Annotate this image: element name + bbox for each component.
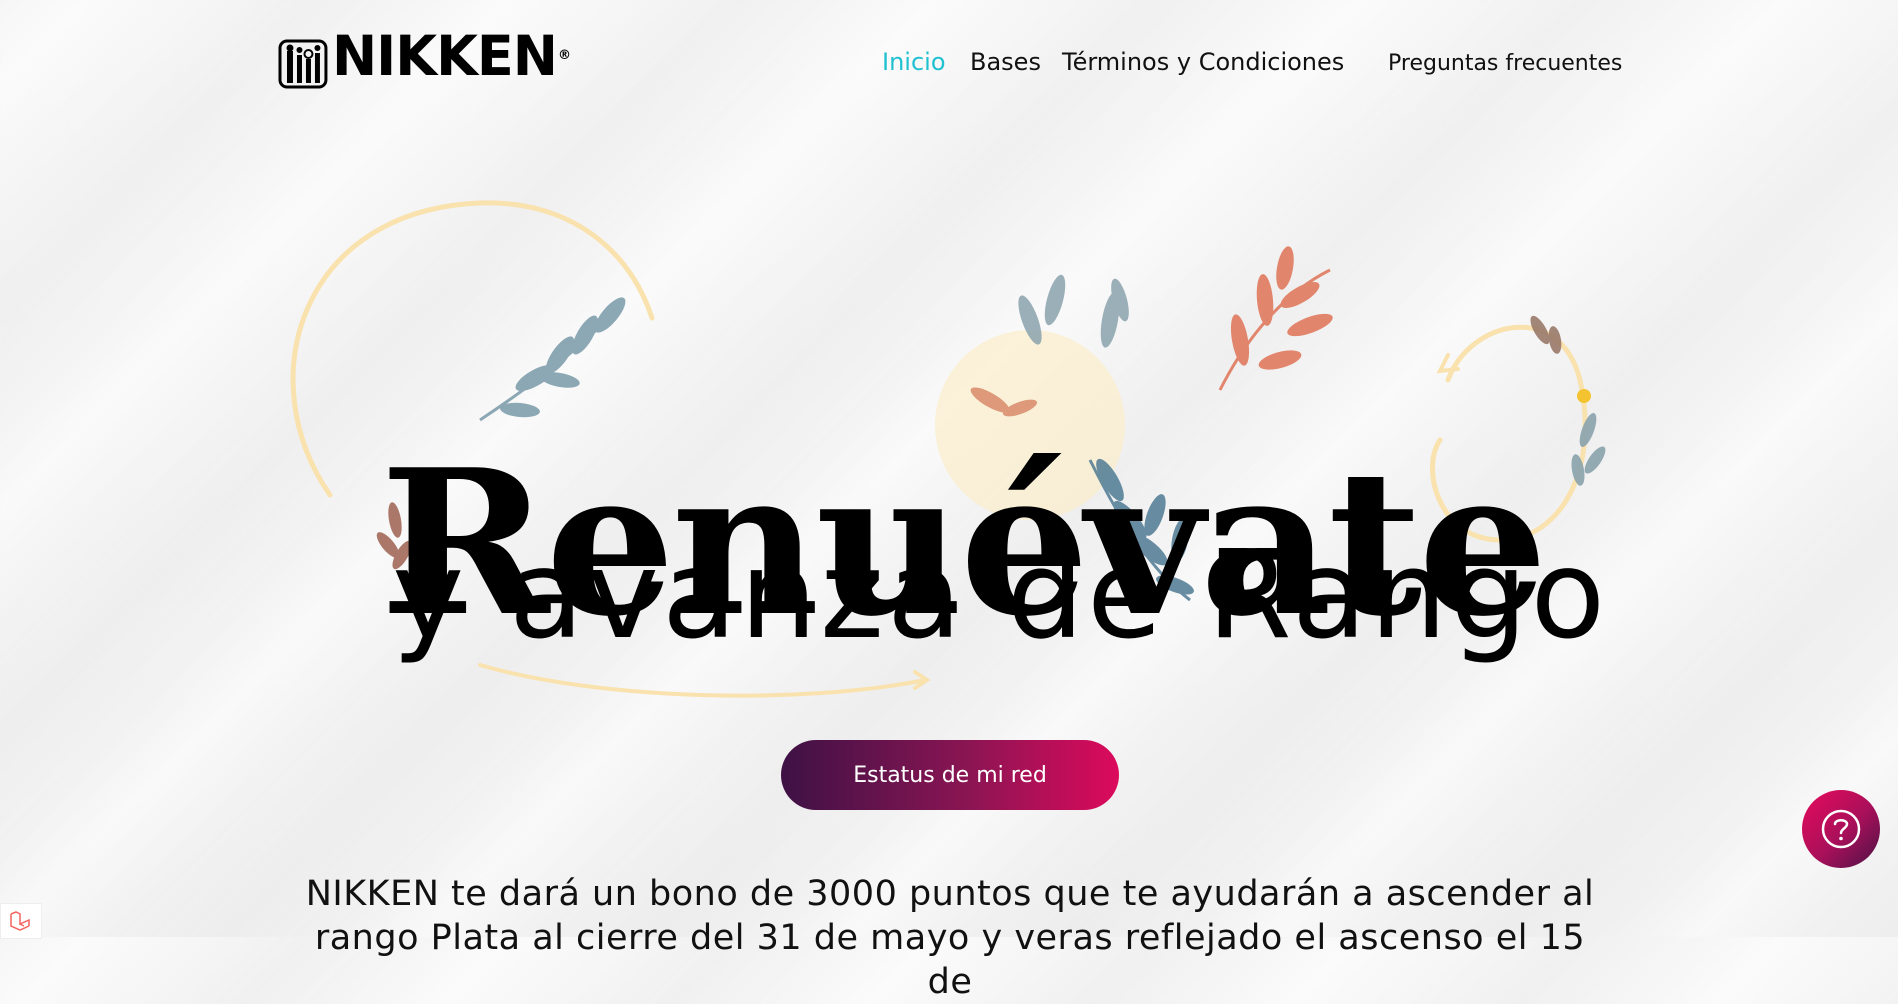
- top-navigation: NIKKEN® Inicio Bases Términos y Condicio…: [0, 0, 1898, 125]
- hero-subheadline: y avanza de Rango: [392, 524, 1609, 666]
- question-circle-icon: [1821, 809, 1861, 849]
- laravel-logo-icon: [10, 911, 30, 931]
- nav-link-terminos[interactable]: Términos y Condiciones: [1062, 47, 1344, 77]
- laravel-icon[interactable]: [0, 903, 42, 939]
- nikken-logo[interactable]: NIKKEN®: [278, 28, 571, 91]
- nav-link-preguntas-frecuentes[interactable]: Preguntas frecuentes: [1388, 49, 1622, 79]
- nikken-logo-icon: [278, 39, 328, 89]
- logo-wordmark: NIKKEN®: [331, 23, 571, 88]
- nav-link-inicio[interactable]: Inicio: [882, 47, 946, 77]
- network-status-button[interactable]: Estatus de mi red: [781, 740, 1119, 810]
- nav-link-bases[interactable]: Bases: [970, 47, 1041, 77]
- help-button[interactable]: [1802, 790, 1880, 868]
- intro-paragraph: NIKKEN te dará un bono de 3000 puntos qu…: [305, 874, 1595, 1002]
